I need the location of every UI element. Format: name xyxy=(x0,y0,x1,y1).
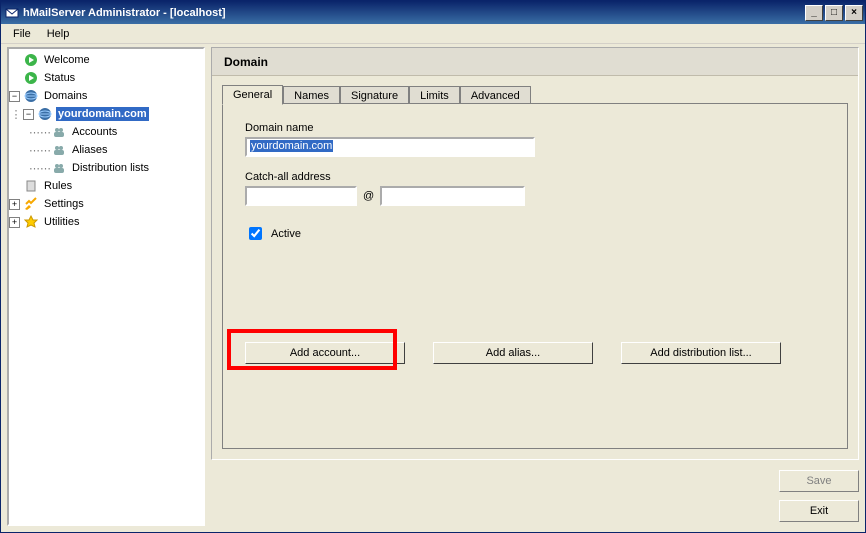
add-distribution-list-button[interactable]: Add distribution list... xyxy=(621,342,781,364)
expand-toggle[interactable]: + xyxy=(9,199,20,210)
domain-name-input[interactable]: yourdomain.com xyxy=(245,137,535,157)
panel-title: Domain xyxy=(212,48,858,76)
at-symbol: @ xyxy=(363,190,374,202)
window-title: hMailServer Administrator - [localhost] xyxy=(23,7,805,19)
catchall-domain-input[interactable] xyxy=(380,186,525,206)
expand-toggle[interactable]: − xyxy=(9,91,20,102)
app-icon xyxy=(5,6,19,20)
minimize-button[interactable]: _ xyxy=(805,5,823,21)
action-row: Add account... Add alias... Add distribu… xyxy=(245,342,825,364)
users-icon xyxy=(51,124,67,140)
close-button[interactable]: × xyxy=(845,5,863,21)
tab-body-general: Domain name yourdomain.com Catch-all add… xyxy=(222,103,848,449)
tree-item-aliases[interactable]: ⋯⋯ Aliases xyxy=(9,141,203,159)
tab-strip: General Names Signature Limits Advanced xyxy=(222,82,848,104)
exit-button[interactable]: Exit xyxy=(779,500,859,522)
menu-file[interactable]: File xyxy=(5,26,39,42)
tab-general[interactable]: General xyxy=(222,85,283,105)
tree-item-status[interactable]: Status xyxy=(9,69,203,87)
expand-toggle[interactable]: − xyxy=(23,109,34,120)
tree-item-rules[interactable]: Rules xyxy=(9,177,203,195)
tree-item-utilities[interactable]: + Utilities xyxy=(9,213,203,231)
save-button[interactable]: Save xyxy=(779,470,859,492)
arrow-right-icon xyxy=(23,70,39,86)
active-label: Active xyxy=(271,228,301,240)
tree-item-domains[interactable]: − Domains xyxy=(9,87,203,105)
right-pane: Domain General Names Signature Limits Ad… xyxy=(211,47,859,526)
add-account-button[interactable]: Add account... xyxy=(245,342,405,364)
arrow-right-icon xyxy=(23,52,39,68)
gear-icon xyxy=(23,196,39,212)
users-icon xyxy=(51,160,67,176)
app-window: hMailServer Administrator - [localhost] … xyxy=(0,0,866,533)
tree-item-distribution-lists[interactable]: ⋯⋯ Distribution lists xyxy=(9,159,203,177)
bottom-buttons-2: Exit xyxy=(211,496,859,526)
expand-toggle[interactable]: + xyxy=(9,217,20,228)
globe-icon xyxy=(23,88,39,104)
main-panel: Domain General Names Signature Limits Ad… xyxy=(211,47,859,460)
menu-bar: File Help xyxy=(1,24,865,44)
active-checkbox[interactable] xyxy=(249,227,262,240)
catchall-label: Catch-all address xyxy=(245,171,825,183)
title-bar[interactable]: hMailServer Administrator - [localhost] … xyxy=(1,1,865,24)
tree-item-selected-domain[interactable]: ⋮ − yourdomain.com xyxy=(9,105,203,123)
star-icon xyxy=(23,214,39,230)
catchall-local-input[interactable] xyxy=(245,186,357,206)
client-area: Welcome Status − Domains ⋮ − yourdomain.… xyxy=(1,45,865,532)
add-alias-button[interactable]: Add alias... xyxy=(433,342,593,364)
nav-tree[interactable]: Welcome Status − Domains ⋮ − yourdomain.… xyxy=(7,47,205,526)
document-icon xyxy=(23,178,39,194)
tree-item-welcome[interactable]: Welcome xyxy=(9,51,203,69)
menu-help[interactable]: Help xyxy=(39,26,78,42)
domain-name-label: Domain name xyxy=(245,122,825,134)
maximize-button[interactable]: □ xyxy=(825,5,843,21)
tree-item-settings[interactable]: + Settings xyxy=(9,195,203,213)
tab-container: General Names Signature Limits Advanced … xyxy=(222,82,848,449)
globe-icon xyxy=(37,106,53,122)
tree-item-accounts[interactable]: ⋯⋯ Accounts xyxy=(9,123,203,141)
users-icon xyxy=(51,142,67,158)
bottom-buttons: Save xyxy=(211,466,859,496)
